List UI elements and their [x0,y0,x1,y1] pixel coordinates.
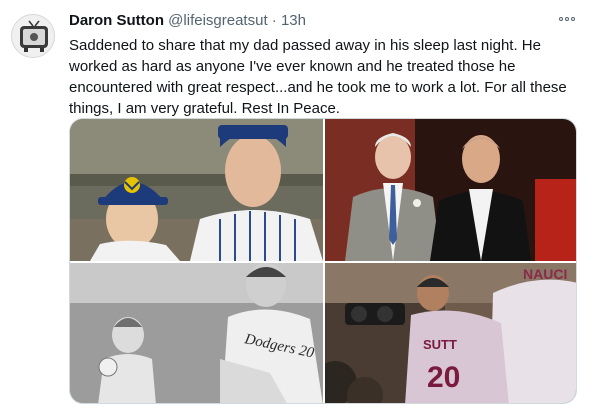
photo-celebration[interactable]: NAUCI SUTT 20 [325,263,576,403]
tweet-timestamp[interactable]: 13h [281,12,306,29]
photo-two-men-suits[interactable] [325,119,576,261]
tweet-card[interactable]: Daron Sutton @lifeisgreatsut · 13h Sadde… [0,0,595,410]
tweet-header: Daron Sutton @lifeisgreatsut · 13h [69,11,306,31]
jersey-number: 20 [427,361,460,394]
tweet-text: Saddened to share that my dad passed awa… [69,37,567,117]
jersey-text-name: SUTT [423,337,457,352]
photo-father-son-caps[interactable] [70,119,323,261]
tweet-media-grid: Dodgers 20 NAUCI SUTT 20 [69,118,577,404]
author-name[interactable]: Daron Sutton [69,12,164,29]
author-avatar[interactable] [11,14,55,58]
jersey-text-back-name: NAUCI [523,266,567,282]
photo-bw-dodgers[interactable]: Dodgers 20 [70,263,323,403]
more-options-icon[interactable] [557,11,577,27]
author-handle[interactable]: @lifeisgreatsut [168,12,267,29]
separator-dot: · [271,12,277,29]
